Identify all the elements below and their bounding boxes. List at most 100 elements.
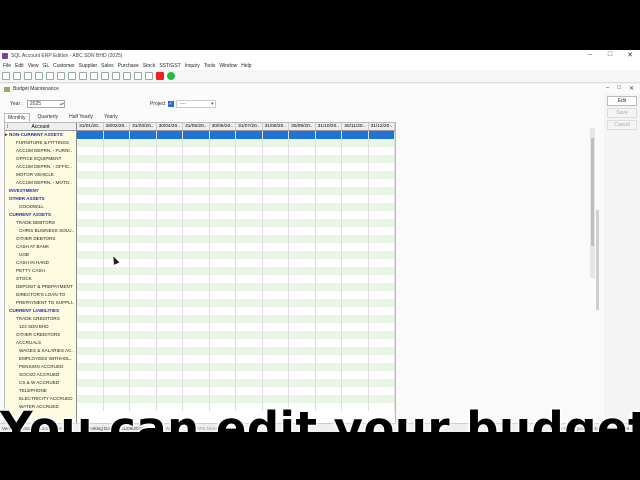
account-row[interactable]: PETTY CASH [5, 267, 76, 275]
account-row[interactable]: NON-CURRENT ASSETS [5, 131, 76, 139]
menu-item-gl[interactable]: GL [42, 63, 49, 69]
doc-maximize-button[interactable]: □ [617, 85, 621, 92]
budget-cell[interactable] [289, 331, 316, 339]
budget-cell[interactable] [289, 187, 316, 195]
budget-cell[interactable] [316, 275, 342, 283]
document-icon[interactable] [145, 72, 153, 80]
budget-cell[interactable] [342, 379, 369, 387]
budget-cell[interactable] [262, 251, 289, 259]
budget-cell[interactable] [262, 379, 289, 387]
forward-icon[interactable] [24, 72, 32, 80]
budget-cell[interactable] [210, 307, 236, 315]
budget-cell[interactable] [130, 283, 157, 291]
month-header[interactable]: 31/07/20.. [236, 123, 263, 130]
month-header[interactable]: 31/12/20.. [369, 123, 395, 130]
budget-cell[interactable] [342, 299, 369, 307]
account-row[interactable]: ACCUM DEPRN. - MOTO.. [5, 179, 76, 187]
account-row[interactable]: 123 SDN BHD [5, 323, 76, 331]
budget-cell[interactable] [342, 259, 369, 267]
budget-cell[interactable] [289, 379, 316, 387]
budget-cell[interactable] [236, 347, 263, 355]
account-row[interactable]: UOB [5, 251, 76, 259]
budget-cell[interactable] [103, 235, 130, 243]
budget-cell[interactable] [368, 203, 395, 211]
document-icon[interactable] [90, 72, 98, 80]
budget-cell[interactable] [210, 195, 236, 203]
budget-cell[interactable] [157, 355, 183, 363]
budget-cell[interactable] [369, 179, 395, 187]
document-icon[interactable] [57, 72, 65, 80]
budget-cell[interactable] [209, 379, 236, 387]
month-header[interactable]: 31/05/20.. [183, 123, 210, 130]
budget-cell[interactable] [263, 227, 289, 235]
budget-cell[interactable] [262, 315, 289, 323]
budget-cell[interactable] [183, 219, 210, 227]
account-row[interactable]: FURNITURE & FITTINGS [5, 139, 76, 147]
budget-cell[interactable] [157, 387, 183, 395]
budget-cell[interactable] [77, 323, 104, 331]
budget-cell[interactable] [236, 299, 263, 307]
budget-cell[interactable] [289, 243, 316, 251]
budget-cell[interactable] [316, 163, 342, 171]
budget-cell[interactable] [289, 179, 316, 187]
account-row[interactable]: WAGES & SALARIES AC.. [5, 347, 76, 355]
budget-cell[interactable] [289, 307, 316, 315]
budget-cell[interactable] [183, 155, 210, 163]
budget-cell[interactable] [369, 339, 395, 347]
budget-cell[interactable] [103, 379, 130, 387]
budget-cell[interactable] [236, 379, 263, 387]
save-button[interactable]: Save [607, 108, 637, 118]
youtube-icon[interactable] [156, 72, 164, 80]
maximize-button[interactable]: □ [604, 51, 616, 59]
budget-cell[interactable] [104, 371, 130, 379]
budget-cell[interactable] [130, 171, 157, 179]
budget-cell[interactable] [315, 235, 342, 243]
budget-cell[interactable] [368, 251, 395, 259]
budget-cell[interactable] [77, 179, 104, 187]
budget-cell[interactable] [262, 203, 289, 211]
budget-cell[interactable] [209, 171, 236, 179]
budget-cell[interactable] [183, 363, 210, 371]
budget-cell[interactable] [236, 227, 263, 235]
account-row[interactable]: OTHER ASSETS [5, 195, 76, 203]
budget-cell[interactable] [183, 387, 210, 395]
budget-cell[interactable] [77, 235, 104, 243]
budget-cell[interactable] [236, 283, 263, 291]
budget-cell[interactable] [130, 347, 157, 355]
budget-cell[interactable] [368, 131, 395, 139]
budget-cell[interactable] [130, 379, 157, 387]
budget-cell[interactable] [156, 299, 183, 307]
budget-cell[interactable] [77, 339, 104, 347]
budget-cell[interactable] [156, 235, 183, 243]
budget-cell[interactable] [183, 275, 210, 283]
budget-cell[interactable] [210, 387, 236, 395]
budget-cell[interactable] [289, 203, 316, 211]
budget-cell[interactable] [315, 155, 342, 163]
menu-item-window[interactable]: Window [219, 63, 237, 69]
budget-cell[interactable] [104, 211, 130, 219]
budget-cell[interactable] [77, 251, 104, 259]
budget-cell[interactable] [342, 251, 369, 259]
document-icon[interactable] [101, 72, 109, 80]
budget-cell[interactable] [103, 347, 130, 355]
budget-cell[interactable] [183, 203, 210, 211]
budget-cell[interactable] [289, 387, 316, 395]
tab-yearly[interactable]: Yearly [101, 113, 121, 122]
menu-item-customer[interactable]: Customer [53, 63, 75, 69]
budget-cell[interactable] [369, 291, 395, 299]
account-row[interactable]: DEPOSIT & PREPAYMENT [5, 283, 76, 291]
budget-cell[interactable] [342, 195, 369, 203]
budget-cell[interactable] [183, 163, 210, 171]
budget-cell[interactable] [263, 211, 289, 219]
budget-cell[interactable] [183, 187, 210, 195]
budget-cell[interactable] [103, 267, 130, 275]
budget-cell[interactable] [77, 203, 104, 211]
budget-cell[interactable] [183, 347, 210, 355]
budget-cell[interactable] [262, 139, 289, 147]
budget-cell[interactable] [157, 147, 183, 155]
budget-cell[interactable] [369, 211, 395, 219]
budget-cell[interactable] [289, 339, 316, 347]
menu-item-supplier[interactable]: Supplier [79, 63, 97, 69]
budget-cell[interactable] [77, 275, 104, 283]
budget-cell[interactable] [342, 291, 369, 299]
